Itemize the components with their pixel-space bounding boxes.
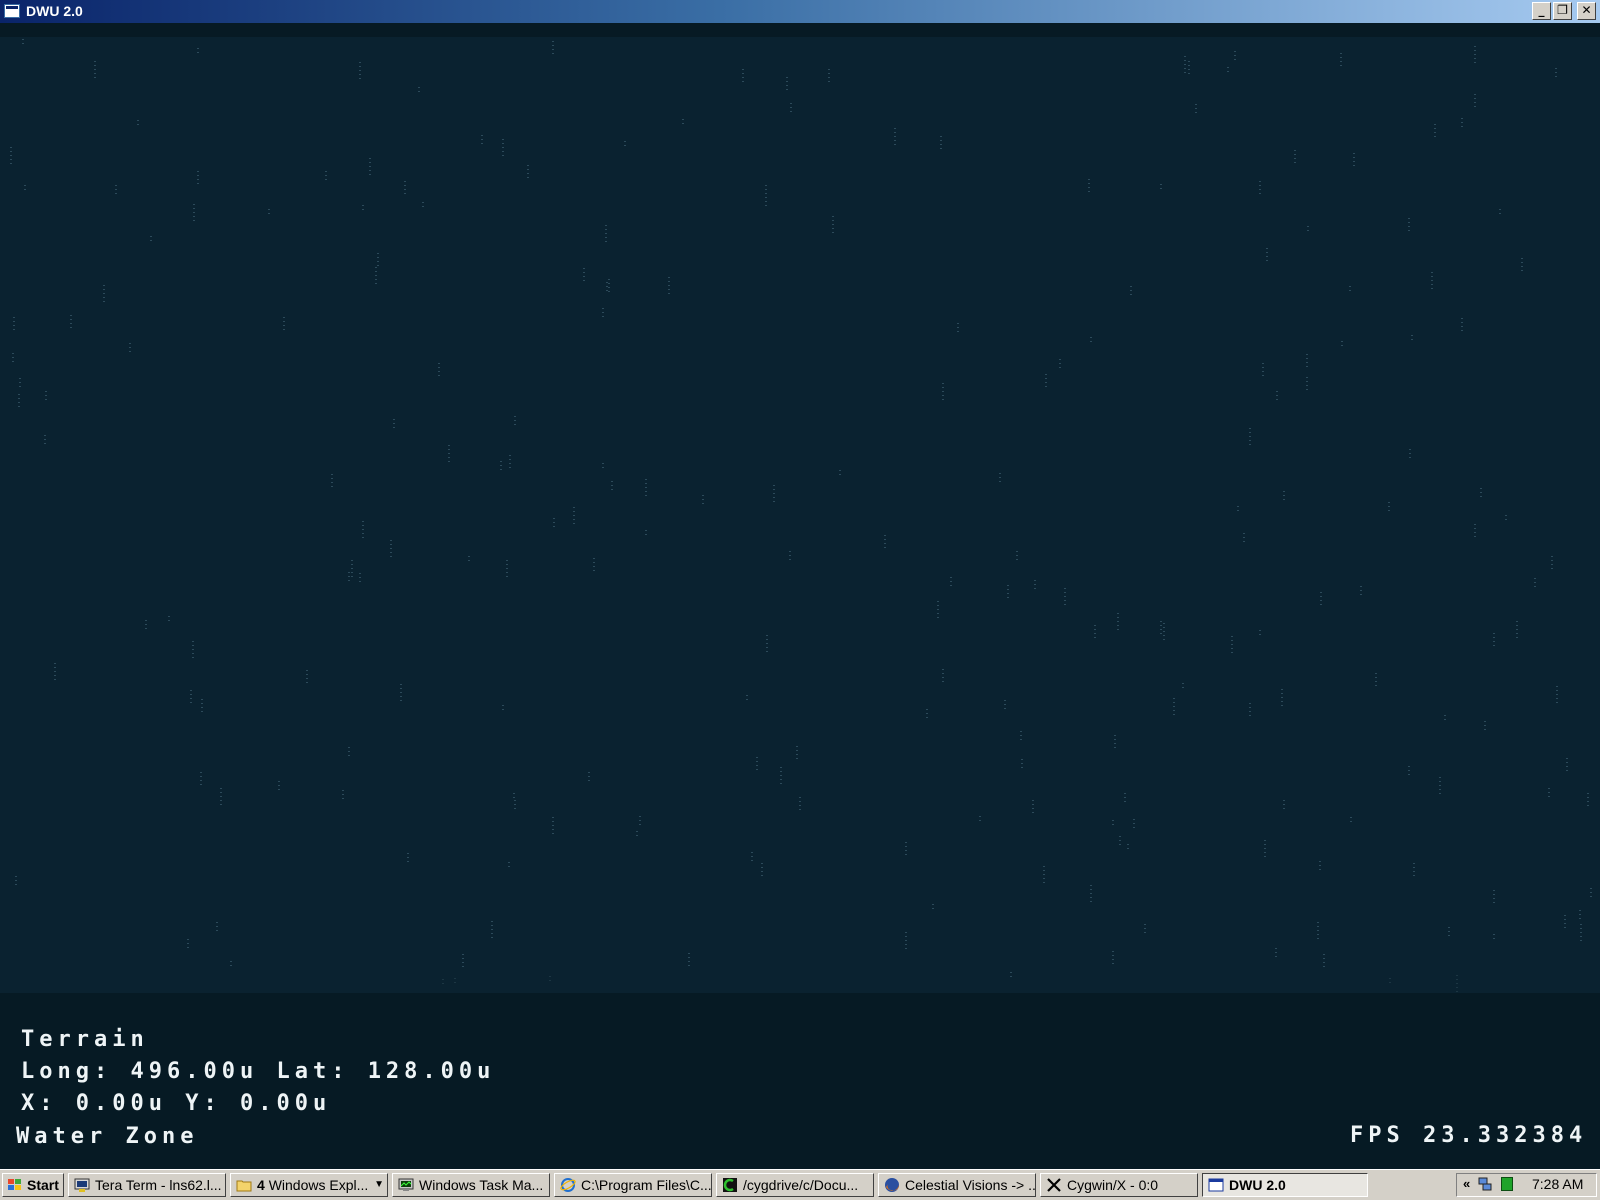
taskbar-item-explorer-path[interactable]: C:\Program Files\C... (554, 1173, 712, 1197)
taskbar-item-label: C:\Program Files\C... (581, 1177, 712, 1193)
terrain-label: Terrain (21, 1027, 149, 1052)
y-value: 0.00u (239, 1091, 332, 1116)
position-readout: X: 0.00u Y: 0.00u (21, 1091, 331, 1116)
windows-flag-icon (8, 1179, 21, 1190)
taskbar-item-label: Tera Term - lns62.l... (95, 1177, 222, 1193)
taskbar: Start Tera Term - lns62.l... 4 Windows E… (0, 1169, 1600, 1200)
window-title: DWU 2.0 (26, 3, 83, 19)
folder-icon (236, 1180, 252, 1192)
firefox-icon (885, 1178, 900, 1192)
x-value: 0.00u (75, 1091, 167, 1116)
title-bar[interactable]: DWU 2.0 _ ❐ ✕ (0, 0, 1600, 23)
y-label: Y: (185, 1091, 222, 1116)
power-status-icon[interactable] (1501, 1177, 1513, 1191)
taskbar-item-cygwin-x[interactable]: Cygwin/X - 0:0 (1040, 1173, 1198, 1197)
taskbar-item-label: Celestial Visions -> ... (905, 1177, 1036, 1193)
x-server-icon (1047, 1178, 1061, 1192)
latitude-label: Lat: (276, 1059, 350, 1084)
close-button[interactable]: ✕ (1577, 2, 1596, 20)
taskbar-item-label: 4 Windows Expl... (257, 1174, 368, 1196)
taskbar-item-cygwin-shell[interactable]: /cygdrive/c/Docu... (716, 1173, 874, 1197)
taskbar-item-task-manager[interactable]: Windows Task Ma... (392, 1173, 550, 1197)
longitude-value: 496.00u (130, 1059, 259, 1084)
cygwin-icon (723, 1178, 737, 1192)
top-hud-strip (0, 23, 1600, 37)
taskbar-item-label: DWU 2.0 (1229, 1177, 1286, 1193)
network-icon[interactable] (1478, 1177, 1492, 1191)
taskbar-item-dwu[interactable]: DWU 2.0 (1202, 1173, 1368, 1197)
hud-panel: Terrain Long: 496.00u Lat: 128.00u X: 0.… (0, 993, 1600, 1169)
zone-label: Water Zone (16, 1124, 199, 1149)
task-manager-icon (398, 1178, 414, 1191)
taskbar-item-firefox[interactable]: Celestial Visions -> ... (878, 1173, 1036, 1197)
group-dropdown-icon: ▼ (374, 1179, 384, 1190)
app-window-icon (4, 4, 20, 18)
latitude-value: 128.00u (367, 1059, 496, 1084)
taskbar-item-tera-term[interactable]: Tera Term - lns62.l... (68, 1173, 226, 1197)
tera-term-icon (74, 1178, 90, 1192)
x-label: X: (21, 1091, 58, 1116)
taskbar-item-label: Cygwin/X - 0:0 (1067, 1177, 1159, 1193)
minimize-button[interactable]: _ (1532, 2, 1551, 20)
longitude-label: Long: (21, 1059, 113, 1084)
window-icon (1208, 1178, 1224, 1192)
fps-label: FPS (1350, 1123, 1405, 1148)
game-viewport[interactable]: Terrain Long: 496.00u Lat: 128.00u X: 0.… (0, 23, 1600, 1169)
clock[interactable]: 7:28 AM (1532, 1176, 1583, 1192)
show-hidden-icons-button[interactable]: « (1463, 1176, 1470, 1191)
coordinates-readout: Long: 496.00u Lat: 128.00u (21, 1059, 495, 1084)
start-label: Start (27, 1177, 59, 1193)
taskbar-item-label: /cygdrive/c/Docu... (743, 1177, 859, 1193)
internet-explorer-icon (560, 1178, 576, 1192)
start-button[interactable]: Start (2, 1173, 64, 1197)
restore-button[interactable]: ❐ (1553, 2, 1572, 20)
taskbar-item-label: Windows Task Ma... (419, 1177, 544, 1193)
taskbar-item-windows-explorer-group[interactable]: 4 Windows Expl... ▼ (230, 1173, 388, 1197)
fps-counter: FPS 23.332384 (1350, 1123, 1587, 1148)
group-count: 4 (257, 1177, 265, 1193)
fps-value: 23.332384 (1423, 1123, 1588, 1148)
system-tray: « 7:28 AM (1456, 1173, 1597, 1197)
group-label: Windows Expl... (268, 1177, 369, 1193)
